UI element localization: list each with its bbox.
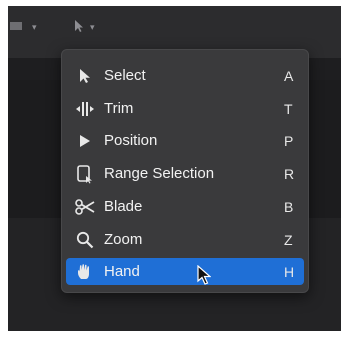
menu-item-shortcut: P (284, 132, 294, 149)
menu-item-label: Blade (104, 198, 143, 215)
menu-item-shortcut: Z (284, 231, 293, 248)
chevron-down-icon: ▾ (90, 21, 95, 32)
menu-item-label: Range Selection (104, 165, 215, 182)
tools-menu: Select A Trim T Position P Range Selecti… (61, 49, 309, 293)
chevron-down-icon: ▾ (32, 21, 37, 32)
trim-icon (72, 101, 98, 117)
menu-item-label: Position (104, 132, 158, 149)
menu-item-shortcut: R (284, 165, 295, 182)
menu-item-shortcut: B (284, 198, 294, 215)
menu-item-zoom[interactable]: Zoom Z (66, 226, 304, 253)
hand-icon (72, 263, 98, 281)
menu-item-position[interactable]: Position P (66, 127, 304, 154)
toolbar-left-menu-button[interactable]: ▾ (10, 16, 37, 38)
tool-icon (10, 20, 26, 35)
mouse-cursor-icon (197, 264, 212, 290)
range-selection-icon (72, 164, 98, 184)
menu-item-range-selection[interactable]: Range Selection R (66, 160, 304, 187)
menu-item-label: Select (104, 67, 146, 84)
scissors-icon (72, 198, 98, 215)
menu-item-select[interactable]: Select A (66, 62, 304, 89)
menu-item-hand[interactable]: Hand H (66, 258, 304, 285)
menu-item-shortcut: T (284, 100, 293, 117)
arrow-pointer-icon (74, 19, 84, 36)
menu-item-shortcut: A (284, 67, 294, 84)
menu-item-trim[interactable]: Trim T (66, 95, 304, 122)
tool-select-button[interactable]: ▾ (74, 16, 95, 38)
app-window: ▾ ▾ Select A Trim T Position P Range Sel… (8, 6, 341, 331)
magnifier-icon (72, 231, 98, 249)
arrow-pointer-icon (72, 68, 98, 84)
position-arrow-icon (72, 134, 98, 148)
menu-item-shortcut: H (284, 263, 295, 280)
menu-item-label: Trim (104, 100, 134, 117)
menu-item-label: Hand (104, 263, 140, 280)
menu-item-label: Zoom (104, 231, 143, 248)
menu-item-blade[interactable]: Blade B (66, 193, 304, 220)
